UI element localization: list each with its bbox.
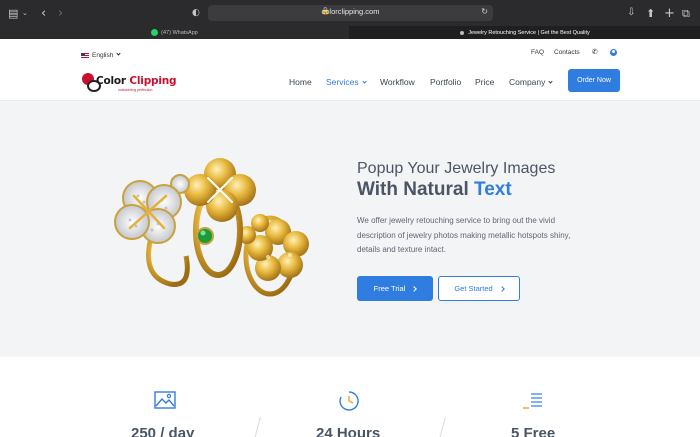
clock-icon <box>339 391 359 411</box>
sidebar-icon[interactable]: ▤ <box>8 5 18 21</box>
tab-strip: (47) WhatsApp Jewelry Retouching Service… <box>0 26 700 39</box>
stats-divider <box>254 417 261 437</box>
us-flag-icon <box>81 52 89 59</box>
chevron-down-icon <box>548 79 554 84</box>
logo-mark-icon <box>82 73 101 92</box>
free-trial-button[interactable]: Free Trial <box>357 276 433 301</box>
nav-workflow[interactable]: Workflow <box>380 77 415 87</box>
privacy-shield-icon[interactable]: ◐ <box>192 5 200 21</box>
share-icon[interactable]: ⬆ <box>646 5 655 21</box>
nav-company[interactable]: Company <box>509 77 554 87</box>
list-icon <box>523 393 542 409</box>
language-selector[interactable]: English <box>81 51 121 59</box>
logo-tagline: outsourcing perfection <box>118 88 153 92</box>
whatsapp-icon <box>151 29 159 36</box>
get-started-button[interactable]: Get Started <box>438 276 520 301</box>
download-icon[interactable]: ⇩ <box>627 5 635 21</box>
tab-label: Jewelry Retouching Service | Get the Bes… <box>468 29 590 36</box>
browser-toolbar: ▤ ⌄ ‹ › ◐ 🔒 colorclipping.com ↻ ⇩ ⬆ + ⧉ <box>0 0 700 26</box>
phone-icon[interactable]: ✆ <box>592 48 598 56</box>
stats-section: 250 / day 24 Hours 5 Free <box>0 357 700 437</box>
language-label: English <box>92 52 114 59</box>
stat-value-turnaround: 24 Hours <box>316 425 381 437</box>
hero-description: We offer jewelry retouching service to b… <box>357 216 571 254</box>
tab-label: (47) WhatsApp <box>161 29 198 36</box>
tab-overview-icon[interactable]: ⧉ <box>682 5 690 21</box>
stat-value-free: 5 Free <box>511 425 556 437</box>
hero-title-line2: With Natural Text <box>357 179 512 200</box>
nav-price[interactable]: Price <box>475 77 494 87</box>
tab-whatsapp[interactable]: (47) WhatsApp <box>0 26 349 39</box>
jewelry-rings-image <box>114 158 309 297</box>
faq-link[interactable]: FAQ <box>531 49 544 56</box>
url-text: colorclipping.com <box>321 7 380 16</box>
forward-icon[interactable]: › <box>58 5 63 21</box>
new-tab-icon[interactable]: + <box>664 5 675 21</box>
contacts-link[interactable]: Contacts <box>554 49 580 56</box>
hero-section: Popup Your Jewelry Images With Natural T… <box>0 101 700 357</box>
chevron-right-icon <box>498 285 505 292</box>
site-header: English Color Clipping outsourcing perfe… <box>0 39 700 101</box>
image-icon <box>154 391 176 409</box>
address-bar[interactable]: 🔒 colorclipping.com ↻ <box>208 5 493 21</box>
reload-icon[interactable]: ↻ <box>481 7 488 16</box>
nav-portfolio[interactable]: Portfolio <box>430 77 461 87</box>
hero-title-line1: Popup Your Jewelry Images <box>357 160 556 177</box>
stats-divider <box>439 417 446 437</box>
favicon-icon <box>460 30 465 35</box>
site-logo[interactable]: Color Clipping outsourcing perfection <box>80 72 178 96</box>
chevron-down-icon <box>116 51 121 56</box>
chevron-right-icon <box>411 285 418 292</box>
stat-value-per-day: 250 / day <box>131 425 195 437</box>
chevron-down-icon <box>361 79 367 84</box>
tab-jewelry-retouching[interactable]: Jewelry Retouching Service | Get the Bes… <box>350 26 700 39</box>
chevron-down-icon[interactable]: ⌄ <box>22 5 28 21</box>
back-icon[interactable]: ‹ <box>41 5 46 21</box>
order-now-button[interactable]: Order Now <box>568 69 620 92</box>
user-icon[interactable] <box>610 49 617 56</box>
logo-wordmark: Color Clipping <box>96 75 177 87</box>
nav-services[interactable]: Services <box>326 77 367 87</box>
nav-home[interactable]: Home <box>289 77 312 87</box>
